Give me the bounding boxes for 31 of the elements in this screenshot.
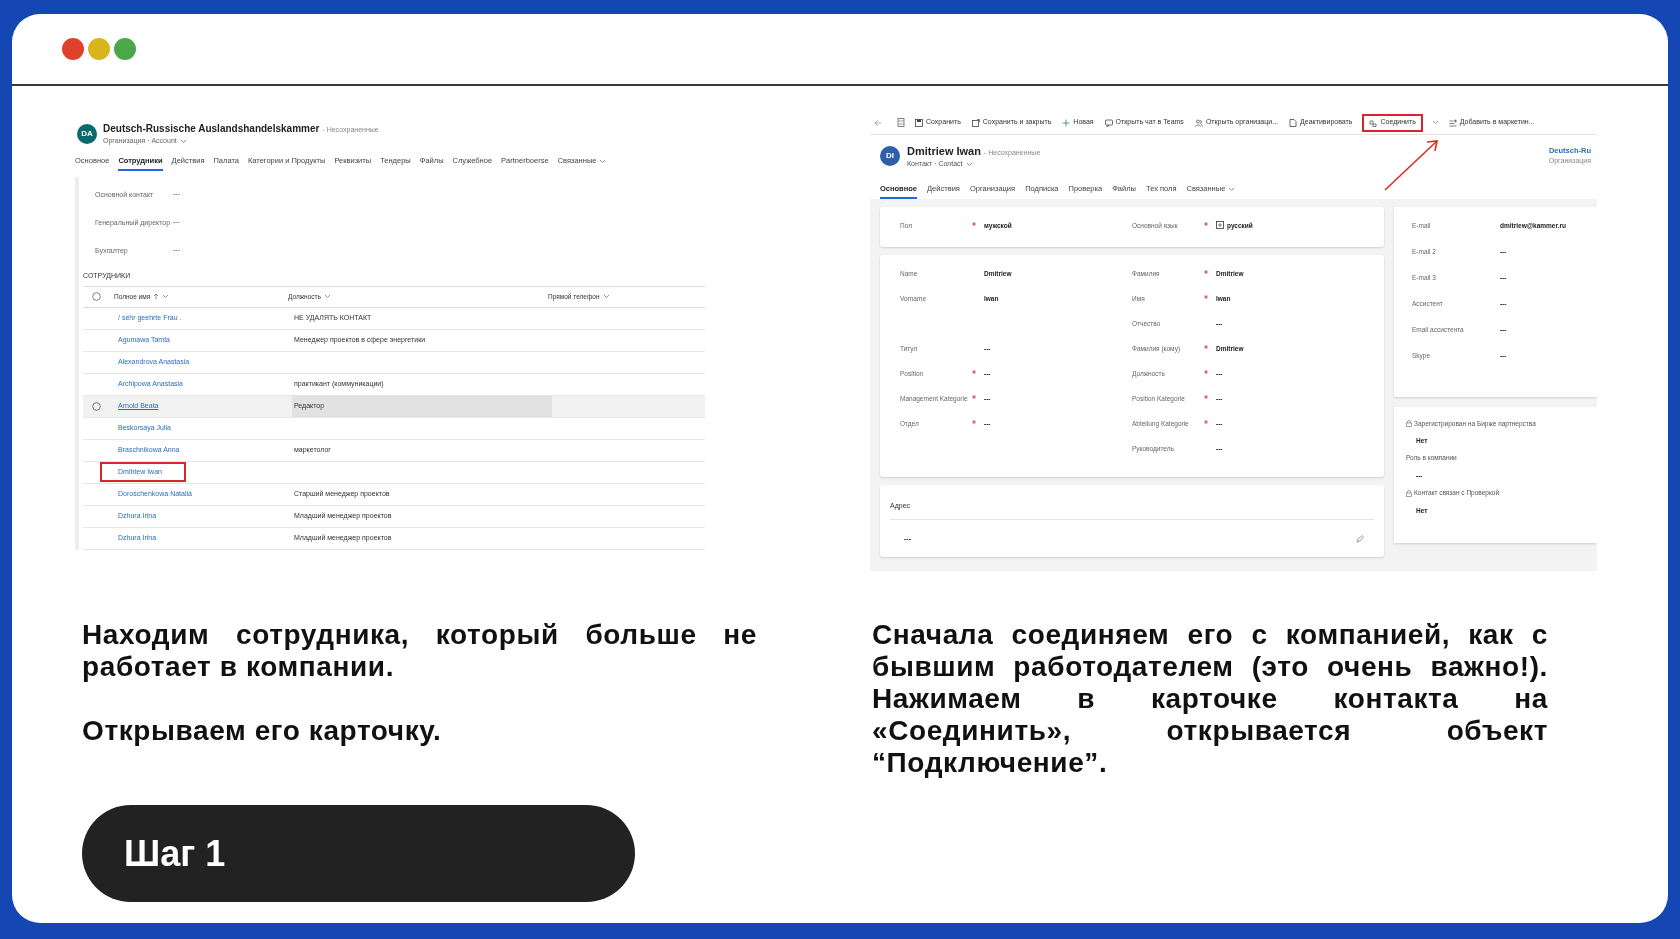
chevron-down-icon bbox=[1228, 186, 1236, 192]
back-arrow-icon bbox=[874, 118, 882, 127]
plus-icon bbox=[1062, 118, 1071, 127]
maximize-icon[interactable] bbox=[114, 38, 136, 60]
sort-up-icon bbox=[153, 293, 160, 300]
radio-icon bbox=[92, 401, 101, 411]
chat-icon bbox=[1104, 118, 1113, 127]
chevron-down-icon bbox=[323, 294, 331, 299]
radio-icon bbox=[92, 292, 101, 301]
record-title: Dmitriew Iwan bbox=[907, 143, 981, 159]
document-icon bbox=[1289, 118, 1298, 127]
link-icon bbox=[1369, 118, 1378, 127]
avatar: DA bbox=[77, 124, 97, 144]
close-icon[interactable] bbox=[62, 38, 84, 60]
chevron-down-icon bbox=[602, 294, 610, 299]
record-title: Deutsch-Russische Auslandshandelskammer bbox=[103, 122, 320, 137]
chevron-down-icon bbox=[965, 161, 973, 167]
people-icon bbox=[1194, 118, 1203, 127]
step-badge: Шаг 1 bbox=[82, 805, 635, 902]
instruction-text: Находим сотрудника, который больше не работает в компании. bbox=[82, 619, 757, 683]
instruction-text: Сначала соединяем его с компанией, как с бывшим работодателем (это очень важно!). Нажимаем в карточке контакта на «Соединить», открывается объект “Подключение”. bbox=[872, 619, 1548, 779]
list-icon bbox=[1448, 118, 1457, 127]
avatar: DI bbox=[880, 146, 900, 166]
chevron-down-icon bbox=[599, 158, 607, 164]
pencil-icon bbox=[1356, 535, 1364, 544]
page-icon bbox=[897, 118, 905, 127]
minimize-icon[interactable] bbox=[88, 38, 110, 60]
chevron-down-icon bbox=[179, 139, 187, 144]
instruction-text: Открываем его карточку. bbox=[82, 715, 443, 747]
chevron-down-icon bbox=[162, 294, 170, 299]
chevron-down-icon[interactable] bbox=[1431, 120, 1439, 125]
